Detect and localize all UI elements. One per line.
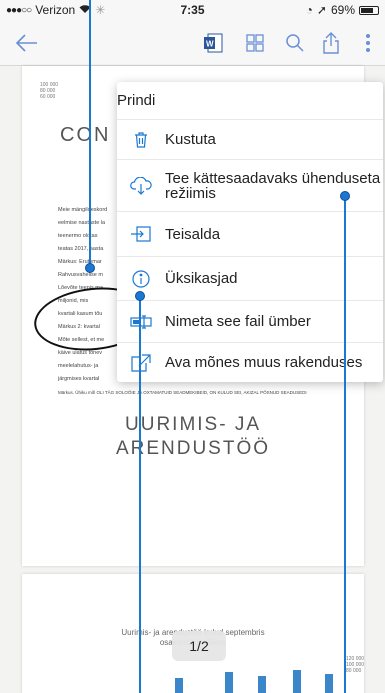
callout-dot — [340, 191, 350, 201]
more-icon[interactable] — [358, 28, 378, 58]
document-title: CON — [60, 124, 111, 146]
location-icon: ➚ — [316, 3, 327, 17]
menu-item-label: Prindi — [117, 92, 156, 109]
section-heading: UURIMIS- JA ARENDUSTÖÖ — [22, 413, 364, 461]
chart-bar — [258, 676, 266, 693]
menu-item-print[interactable]: Prindi — [117, 82, 383, 120]
move-icon — [117, 226, 165, 242]
rotation-lock-icon: ◔ — [305, 3, 313, 17]
cloud-download-icon — [117, 176, 165, 195]
word-icon[interactable]: W — [198, 28, 228, 58]
menu-item-label: Nimeta see fail ümber — [165, 313, 311, 330]
callout-dot — [85, 263, 95, 273]
back-arrow-icon[interactable] — [12, 28, 42, 58]
tick-label: 60 000 — [40, 94, 56, 100]
tick-label: 80 000 — [346, 668, 362, 674]
callout-line — [139, 296, 141, 693]
info-icon — [117, 269, 165, 288]
chart-bar — [325, 674, 333, 693]
top-toolbar: W — [0, 20, 385, 66]
menu-item-label: Üksikasjad — [165, 270, 238, 287]
rename-icon — [117, 314, 165, 329]
chart-right-ticks: 120 000 100 000 80 000 — [346, 656, 364, 674]
menu-item-label: Teisalda — [165, 225, 221, 243]
chart-left-ticks: 100 000 80 000 60 000 — [40, 82, 58, 100]
chart-bar — [175, 678, 183, 693]
share-icon[interactable] — [316, 28, 346, 58]
section-heading-line: UURIMIS- JA — [125, 414, 261, 435]
grid-view-icon[interactable] — [240, 28, 270, 58]
open-in-icon — [117, 353, 165, 372]
battery-icon — [359, 5, 379, 15]
trash-icon — [117, 131, 165, 148]
callout-dot — [135, 291, 145, 301]
chart-bar — [225, 672, 233, 693]
section-heading-line: ARENDUSTÖÖ — [115, 438, 271, 459]
chart-bar — [293, 670, 301, 693]
callout-line — [344, 196, 346, 693]
battery-percent: 69% — [330, 3, 355, 17]
status-bar: ●●●○○ Verizon ✳ 7:35 ◔ ➚ 69% — [0, 0, 385, 20]
footnote: Märkus. Ühiku mõl OLI TÄG SOLOÖIE JA OXT… — [58, 390, 307, 395]
menu-item-label: Tee kättesaadavaks ühenduseta režiimis — [165, 169, 381, 202]
svg-text:W: W — [206, 40, 214, 49]
menu-item-delete[interactable]: Kustuta — [117, 120, 383, 160]
menu-item-label: Ava mõnes muus rakenduses — [165, 354, 363, 371]
search-icon[interactable] — [280, 28, 310, 58]
callout-line — [89, 0, 91, 268]
menu-item-label: Kustuta — [165, 131, 216, 148]
page-indicator: 1/2 — [172, 631, 226, 661]
